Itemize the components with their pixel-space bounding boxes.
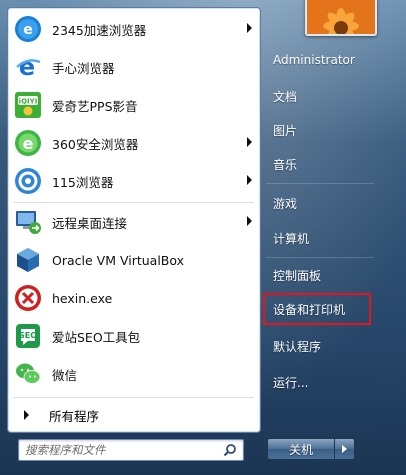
all-programs-label: 所有程序 (49, 408, 100, 424)
program-label: 115浏览器 (52, 174, 114, 190)
program-wechat[interactable]: 微信 (12, 357, 256, 391)
separator (14, 202, 254, 203)
control-panel-label: 控制面板 (273, 268, 322, 283)
submenu-arrow-icon (247, 216, 252, 226)
start-menu: e 2345加速浏览器 e 手心浏览器 iQIYI 爱奇艺PPS影音 e 360… (0, 0, 406, 475)
red-highlight-box (263, 293, 371, 325)
shutdown-button[interactable]: 关机 (267, 438, 335, 460)
search-box[interactable] (18, 439, 244, 461)
program-label: 爱站SEO工具包 (52, 329, 141, 345)
program-label: 远程桌面连接 (52, 215, 128, 231)
svg-text:iQIYI: iQIYI (19, 98, 38, 106)
pictures-link[interactable]: 图片 (264, 117, 376, 143)
program-label: 爱奇艺PPS影音 (52, 98, 138, 114)
program-label: 微信 (52, 367, 78, 383)
search-input[interactable] (19, 440, 221, 460)
separator (266, 257, 374, 258)
program-label: Oracle VM VirtualBox (52, 252, 185, 268)
hexin-icon (13, 283, 43, 313)
aizhan-seo-icon: SEO (13, 321, 43, 351)
program-label: 2345加速浏览器 (52, 22, 147, 38)
search-icon[interactable] (223, 443, 237, 457)
music-label: 音乐 (273, 157, 298, 172)
separator (266, 183, 374, 184)
flower-picture-icon (307, 0, 375, 34)
program-360-browser[interactable]: e 360安全浏览器 (12, 126, 256, 160)
user-name: Administrator (273, 53, 355, 67)
program-shouxin-browser[interactable]: e 手心浏览器 (12, 50, 256, 84)
pictures-label: 图片 (273, 123, 298, 138)
program-label: 手心浏览器 (52, 60, 115, 76)
wechat-icon (13, 359, 43, 389)
right-triangle-icon (342, 445, 347, 453)
program-remote-desktop[interactable]: 远程桌面连接 (12, 205, 256, 239)
documents-label: 文档 (273, 89, 298, 104)
submenu-arrow-icon (247, 175, 252, 185)
browser-2345-icon: e (13, 14, 43, 44)
program-2345-browser[interactable]: e 2345加速浏览器 (12, 12, 256, 46)
user-avatar[interactable] (305, 0, 377, 36)
svg-text:SEO: SEO (19, 331, 37, 340)
virtualbox-icon (13, 245, 43, 275)
submenu-arrow-icon (247, 137, 252, 147)
program-label: hexin.exe (52, 290, 113, 306)
games-label: 游戏 (273, 196, 298, 211)
program-aizhan-seo[interactable]: SEO 爱站SEO工具包 (12, 319, 256, 353)
shouxin-browser-icon: e (13, 52, 43, 82)
separator (14, 397, 254, 398)
shutdown-group: 关机 (267, 438, 355, 460)
program-115-browser[interactable]: 115浏览器 (12, 164, 256, 198)
all-programs-button[interactable]: 所有程序 (12, 402, 256, 428)
svg-text:e: e (19, 53, 35, 81)
svg-text:e: e (23, 22, 33, 38)
program-label: 360安全浏览器 (52, 136, 139, 152)
games-link[interactable]: 游戏 (264, 190, 376, 216)
program-iqiyi-pps[interactable]: iQIYI 爱奇艺PPS影音 (12, 88, 256, 122)
run-link[interactable]: 运行... (264, 369, 376, 395)
iqiyi-pps-icon: iQIYI (13, 90, 43, 120)
user-name-link[interactable]: Administrator (264, 47, 376, 73)
computer-label: 计算机 (273, 231, 310, 246)
browser-360-icon: e (13, 128, 43, 158)
program-hexin[interactable]: hexin.exe (12, 281, 256, 315)
shutdown-options-button[interactable] (335, 438, 355, 460)
computer-link[interactable]: 计算机 (264, 225, 376, 251)
music-link[interactable]: 音乐 (264, 151, 376, 177)
control-panel-link[interactable]: 控制面板 (264, 262, 376, 288)
program-virtualbox[interactable]: Oracle VM VirtualBox (12, 243, 256, 277)
browser-115-icon (13, 166, 43, 196)
run-label: 运行... (273, 375, 309, 390)
svg-text:e: e (23, 134, 34, 153)
default-programs-link[interactable]: 默认程序 (264, 333, 376, 359)
documents-link[interactable]: 文档 (264, 83, 376, 109)
right-triangle-icon (24, 410, 29, 420)
remote-desktop-icon (13, 207, 43, 237)
default-programs-label: 默认程序 (273, 339, 322, 354)
programs-pane: e 2345加速浏览器 e 手心浏览器 iQIYI 爱奇艺PPS影音 e 360… (7, 7, 261, 433)
submenu-arrow-icon (247, 23, 252, 33)
